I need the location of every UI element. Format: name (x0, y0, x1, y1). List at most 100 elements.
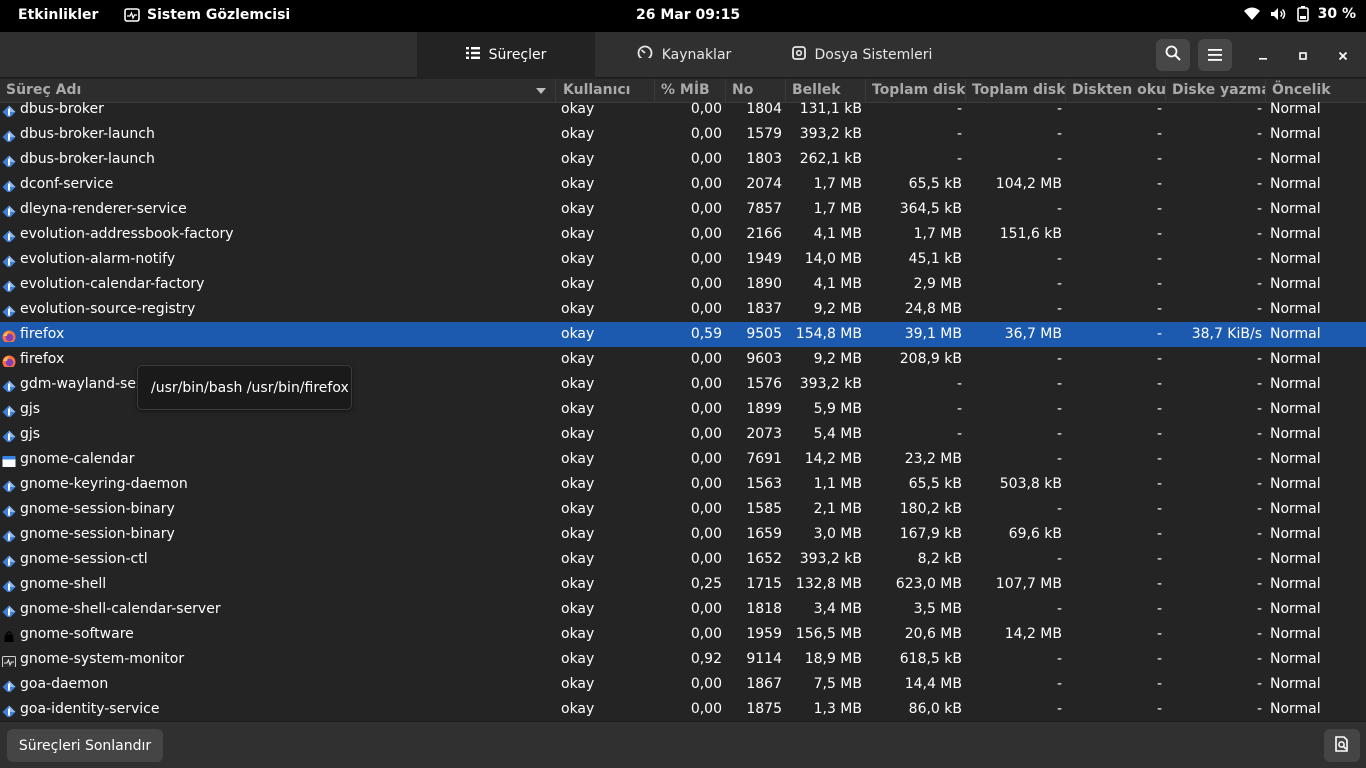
process-disk-write: - (1256, 151, 1262, 167)
process-id: 1652 (746, 551, 782, 567)
process-user: okay (561, 526, 595, 542)
process-disk-read-total: 208,9 kB (899, 351, 962, 367)
table-row[interactable]: gnome-software okay 0,00 1959 156,5 MB 20,6 M… (0, 622, 1366, 647)
process-disk-read: - (1156, 376, 1162, 392)
process-name: evolution-addressbook-factory (20, 226, 234, 242)
table-row[interactable]: evolution-alarm-notify okay 0,00 1949 14,0 M… (0, 247, 1366, 272)
process-cpu: 0,00 (690, 276, 722, 292)
hamburger-menu-icon (1208, 46, 1222, 65)
process-disk-write: 38,7 KiB/s (1191, 326, 1262, 342)
app-menu-button[interactable]: Sistem Gözlemcisi (124, 7, 290, 23)
tab-processes[interactable]: Süreçler (417, 32, 595, 78)
table-row[interactable]: dbus-broker okay 0,00 1804 131,1 kB - - - - Norma… (0, 97, 1366, 122)
process-priority: Normal (1270, 551, 1321, 567)
column-label: Toplam diskte (872, 82, 966, 98)
process-id: 1818 (746, 601, 782, 617)
process-cpu: 0,00 (690, 551, 722, 567)
process-disk-write-total: - (1056, 151, 1062, 167)
process-memory: 2,1 MB (813, 501, 862, 517)
process-icon (2, 478, 16, 492)
process-memory: 5,9 MB (813, 401, 862, 417)
process-disk-read-total: 167,9 kB (899, 526, 962, 542)
table-row[interactable]: gnome-shell-calendar-server okay 0,00 1818 3… (0, 597, 1366, 622)
process-disk-read-total: 65,5 kB (908, 176, 962, 192)
process-cpu: 0,00 (690, 126, 722, 142)
process-cpu: 0,00 (690, 226, 722, 242)
process-user: okay (561, 701, 595, 717)
maximize-button[interactable] (1291, 43, 1315, 67)
table-row[interactable]: evolution-addressbook-factory okay 0,00 216… (0, 222, 1366, 247)
process-name: firefox (20, 326, 65, 342)
table-row[interactable]: gnome-shell okay 0,25 1715 132,8 MB 623,0 MB 1… (0, 572, 1366, 597)
process-cpu: 0,00 (690, 601, 722, 617)
process-search-button[interactable] (1324, 729, 1360, 762)
table-row[interactable]: dbus-broker-launch okay 0,00 1803 262,1 kB - -… (0, 147, 1366, 172)
table-row[interactable]: gnome-session-binary okay 0,00 1659 3,0 MB 16… (0, 522, 1366, 547)
table-row[interactable]: gjs okay 0,00 2073 5,4 MB - - - - Normal (0, 422, 1366, 447)
table-row[interactable]: goa-daemon okay 0,00 1867 7,5 MB 14,4 MB - - - No… (0, 672, 1366, 697)
process-disk-read-total: 86,0 kB (908, 701, 962, 717)
process-disk-read: - (1156, 226, 1162, 242)
process-memory: 132,8 MB (795, 576, 862, 592)
search-button[interactable] (1156, 39, 1190, 71)
top-bar: Etkinlikler Sistem Gözlemcisi 26 Mar 09:… (0, 0, 1366, 32)
process-disk-write-total: - (1056, 101, 1062, 117)
process-memory: 4,1 MB (813, 226, 862, 242)
table-row[interactable]: evolution-calendar-factory okay 0,00 1890 4,… (0, 272, 1366, 297)
process-disk-read-total: 45,1 kB (908, 251, 962, 267)
clock[interactable]: 26 Mar 09:15 (636, 7, 740, 23)
process-memory: 7,5 MB (813, 676, 862, 692)
process-id: 7857 (746, 201, 782, 217)
process-icon (2, 578, 16, 592)
table-row[interactable]: gnome-session-binary okay 0,00 1585 2,1 MB 18… (0, 497, 1366, 522)
tab-resources[interactable]: Kaynaklar (595, 32, 773, 78)
process-priority: Normal (1270, 176, 1321, 192)
end-process-button[interactable]: Süreçleri Sonlandır (7, 729, 163, 762)
table-row[interactable]: gnome-system-monitor okay 0,92 9114 18,9 MB 6… (0, 647, 1366, 672)
process-priority: Normal (1270, 351, 1321, 367)
table-row[interactable]: goa-identity-service okay 0,00 1875 1,3 MB 86… (0, 697, 1366, 721)
table-row[interactable]: firefox okay 0,59 9505 154,8 MB 39,1 MB 36,7 M… (0, 322, 1366, 347)
process-cpu: 0,00 (690, 451, 722, 467)
process-user: okay (561, 601, 595, 617)
tab-file-systems[interactable]: Dosya Sistemleri (773, 32, 951, 78)
process-disk-write-total: 36,7 MB (1004, 326, 1062, 342)
process-name: gnome-keyring-daemon (20, 476, 188, 492)
process-disk-write: - (1256, 301, 1262, 317)
process-name: gnome-software (20, 626, 134, 642)
process-disk-write: - (1256, 576, 1262, 592)
close-icon (1338, 46, 1348, 65)
process-name: dbus-broker (20, 101, 104, 117)
minimize-button[interactable] (1251, 43, 1275, 67)
table-row[interactable]: gnome-calendar okay 0,00 7691 14,2 MB 23,2 MB… (0, 447, 1366, 472)
activities-button[interactable]: Etkinlikler (18, 7, 98, 23)
battery-icon (1296, 6, 1309, 22)
process-user: okay (561, 351, 595, 367)
table-row[interactable]: dleyna-renderer-service okay 0,00 7857 1,7 M… (0, 197, 1366, 222)
main-menu-button[interactable] (1198, 39, 1232, 71)
process-name: gjs (20, 426, 41, 442)
process-icon (2, 128, 16, 142)
process-disk-read: - (1156, 251, 1162, 267)
system-status-menu[interactable]: 30 % (1243, 6, 1356, 22)
process-disk-write: - (1256, 126, 1262, 142)
process-disk-write-total: - (1056, 401, 1062, 417)
process-id: 1890 (746, 276, 782, 292)
close-button[interactable] (1331, 43, 1355, 67)
process-cpu: 0,00 (690, 376, 722, 392)
process-disk-write-total: 14,2 MB (1004, 626, 1062, 642)
process-user: okay (561, 501, 595, 517)
process-disk-write: - (1256, 601, 1262, 617)
table-row[interactable]: dbus-broker-launch okay 0,00 1579 393,2 kB - -… (0, 122, 1366, 147)
process-disk-read: - (1156, 401, 1162, 417)
process-disk-write: - (1256, 226, 1262, 242)
table-row[interactable]: dconf-service okay 0,00 2074 1,7 MB 65,5 kB 10… (0, 172, 1366, 197)
table-row[interactable]: gnome-keyring-daemon okay 0,00 1563 1,1 MB 65… (0, 472, 1366, 497)
process-id: 1949 (746, 251, 782, 267)
table-row[interactable]: evolution-source-registry okay 0,00 1837 9,2… (0, 297, 1366, 322)
table-row[interactable]: gnome-session-ctl okay 0,00 1652 393,2 kB 8,2… (0, 547, 1366, 572)
process-disk-read: - (1156, 576, 1162, 592)
process-disk-read: - (1156, 626, 1162, 642)
process-disk-write-total: - (1056, 701, 1062, 717)
process-disk-read: - (1156, 451, 1162, 467)
